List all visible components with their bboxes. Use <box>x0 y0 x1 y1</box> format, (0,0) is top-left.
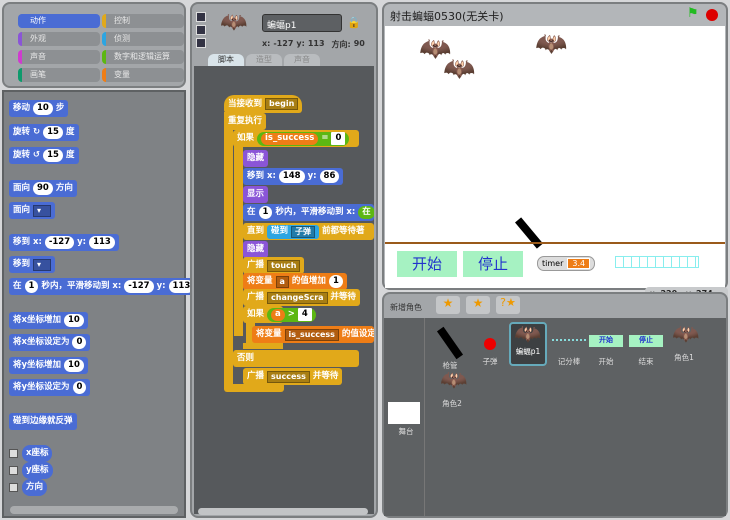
glide-block[interactable]: 在 1 秒内，平滑移动到 x: 在 <box>243 204 374 221</box>
rotate-cw-icon: ↻ <box>33 127 41 137</box>
timer-monitor: timer 3.4 <box>537 256 596 271</box>
hide-block[interactable]: 隐藏 <box>243 150 269 167</box>
direction-reporter[interactable]: 方向 <box>22 479 48 496</box>
paint-new-sprite-button[interactable]: ★ <box>436 296 460 314</box>
point-direction-block[interactable]: 面向 90 方向 <box>9 180 77 197</box>
sprite-label: 角色2 <box>442 399 462 408</box>
palette-scrollbar[interactable] <box>10 506 178 514</box>
bat-sprite[interactable]: 🦇 <box>443 56 475 82</box>
sprite-name-field[interactable]: 蝙蝠p1 <box>262 14 342 32</box>
green-flag-icon[interactable]: ⚑ <box>687 6 699 21</box>
start-button-sprite[interactable]: 开始 <box>397 251 457 277</box>
stop-icon[interactable] <box>706 9 718 21</box>
broadcast-block[interactable]: 广播 touch <box>243 257 305 274</box>
score-bar-sprite <box>615 256 699 268</box>
category-sensing[interactable]: 侦测 <box>102 32 184 46</box>
set-y-block[interactable]: 将y坐标设定为 0 <box>9 379 91 396</box>
sprite-bullet-thumbnail[interactable] <box>484 338 496 350</box>
stage-panel: 射击蝙蝠0530(无关卡) ⚑ 🦇 🦇 🦇 开始 停止 timer 3.4 <box>382 2 728 290</box>
category-looks[interactable]: 外观 <box>18 32 100 46</box>
sprite-thumbnail-bat-icon: 🦇 <box>220 10 248 35</box>
choose-sprite-file-button[interactable]: ★ <box>466 296 490 314</box>
sprite-panel: 新增角色 ★ ★ ?★ 舞台 枪管 子弹 🦇 蝙蝠p1 记分棒 开始 开始 停止 … <box>382 292 728 518</box>
glide-block[interactable]: 在 1 秒内，平滑移动到 x: -127 y: 113 <box>9 278 199 295</box>
category-operators[interactable]: 数字和逻辑运算 <box>102 50 184 64</box>
show-block[interactable]: 显示 <box>243 186 269 203</box>
change-x-block[interactable]: 将x坐标增加 10 <box>9 312 88 329</box>
category-pen[interactable]: 画笔 <box>18 68 100 82</box>
else-label: 否则 <box>233 350 359 367</box>
stage-label: 舞台 <box>398 427 414 436</box>
change-y-block[interactable]: 将y坐标增加 10 <box>9 357 88 374</box>
script-canvas: 当接收到 begin 重复执行 如果 is_success = 0 隐藏 移到 x: 1… <box>194 66 374 514</box>
hide-block[interactable]: 隐藏 <box>243 241 269 258</box>
set-variable-block[interactable]: 将变量 is_success 的值设定 <box>252 326 374 343</box>
when-receive-hat-block[interactable]: 当接收到 begin <box>224 95 303 113</box>
sprite-score-bar-thumbnail[interactable] <box>552 338 586 341</box>
category-control[interactable]: 控制 <box>102 14 184 28</box>
bat-sprite[interactable]: 🦇 <box>535 31 567 57</box>
x-position-checkbox[interactable] <box>9 449 18 458</box>
random-sprite-button[interactable]: ?★ <box>496 296 520 314</box>
sprite-label: 角色1 <box>674 353 694 362</box>
sprite-list: 舞台 枪管 子弹 🦇 蝙蝠p1 记分棒 开始 开始 停止 结束 🦇 角色1 🦇 角… <box>384 318 726 516</box>
sprite-label: 子弹 <box>482 357 498 366</box>
rotate-ccw-icon: ↺ <box>33 150 41 160</box>
move-block[interactable]: 移动 10 步 <box>9 100 69 117</box>
change-variable-block[interactable]: 将变量 a 的值增加 1 <box>243 273 347 290</box>
sprite-bat1-thumbnail[interactable]: 🦇 <box>672 324 699 346</box>
rotate-style-none-icon[interactable] <box>196 38 206 48</box>
script-scrollbar[interactable] <box>198 508 368 515</box>
broadcast-and-wait-block[interactable]: 广播 success 并等待 <box>243 368 343 385</box>
sprite-bat-p1-selected[interactable]: 🦇 蝙蝠p1 <box>509 322 547 366</box>
turn-ccw-block[interactable]: 旋转 ↺ 15 度 <box>9 147 79 164</box>
x-position-reporter[interactable]: x座标 <box>22 445 53 462</box>
y-position-reporter[interactable]: y座标 <box>22 462 53 479</box>
sprite-start-thumbnail[interactable]: 开始 <box>589 335 623 347</box>
sprite-label: 开始 <box>598 357 614 366</box>
category-panel: 动作 控制 外观 侦测 声音 数字和逻辑运算 画笔 变量 <box>2 2 186 88</box>
wait-until-block[interactable]: 直到 碰到 子弹 前都等待著 <box>243 223 374 240</box>
forever-block[interactable]: 重复执行 <box>224 113 267 130</box>
new-sprite-label: 新增角色 <box>390 303 422 312</box>
direction-checkbox[interactable] <box>9 483 18 492</box>
stage-thumbnail[interactable] <box>388 402 420 424</box>
turn-cw-block[interactable]: 旋转 ↻ 15 度 <box>9 124 79 141</box>
category-sound[interactable]: 声音 <box>18 50 100 64</box>
bounce-block[interactable]: 碰到边缘就反弹 <box>9 413 77 430</box>
sprite-bat2-thumbnail[interactable]: 🦇 <box>440 370 467 392</box>
y-position-checkbox[interactable] <box>9 466 18 475</box>
category-variables[interactable]: 变量 <box>102 68 184 82</box>
broadcast-and-wait-block[interactable]: 广播 changeScra 并等待 <box>243 289 361 306</box>
goto-xy-block[interactable]: 移到 x: 148 y: 86 <box>243 168 344 185</box>
goto-xy-block[interactable]: 移到 x: -127 y: 113 <box>9 234 119 251</box>
project-title: 射击蝙蝠0530(无关卡) <box>390 10 504 23</box>
script-panel: 🦇 蝙蝠p1 🔒 x: -127 y: 113 方向: 90 脚本 造型 声音 当接收到 b… <box>190 2 378 518</box>
if-block[interactable]: 如果 is_success = 0 <box>233 130 359 147</box>
ground-line <box>385 242 725 244</box>
block-palette: 移动 10 步 旋转 ↻ 15 度 旋转 ↺ 15 度 面向 90 方向 面向 ▾ 移到 x: -127… <box>2 90 199 518</box>
rotate-style-full-icon[interactable] <box>196 12 206 22</box>
set-x-block[interactable]: 将x坐标设定为 0 <box>9 334 91 351</box>
if-block[interactable]: 如果 a >4 <box>243 306 316 323</box>
category-motion[interactable]: 动作 <box>18 14 100 28</box>
sprite-gun-thumbnail[interactable] <box>436 326 464 360</box>
rotate-style-flip-icon[interactable] <box>196 25 206 35</box>
point-towards-block[interactable]: 面向 ▾ <box>9 202 56 219</box>
sprite-info: x: -127 y: 113 方向: 90 <box>262 39 365 49</box>
goto-block[interactable]: 移到 ▾ <box>9 256 56 273</box>
sprite-stop-thumbnail[interactable]: 停止 <box>629 335 663 347</box>
lock-icon[interactable]: 🔒 <box>347 16 361 29</box>
stage-canvas[interactable]: 🦇 🦇 🦇 开始 停止 timer 3.4 <box>385 26 725 288</box>
stop-button-sprite[interactable]: 停止 <box>463 251 523 277</box>
